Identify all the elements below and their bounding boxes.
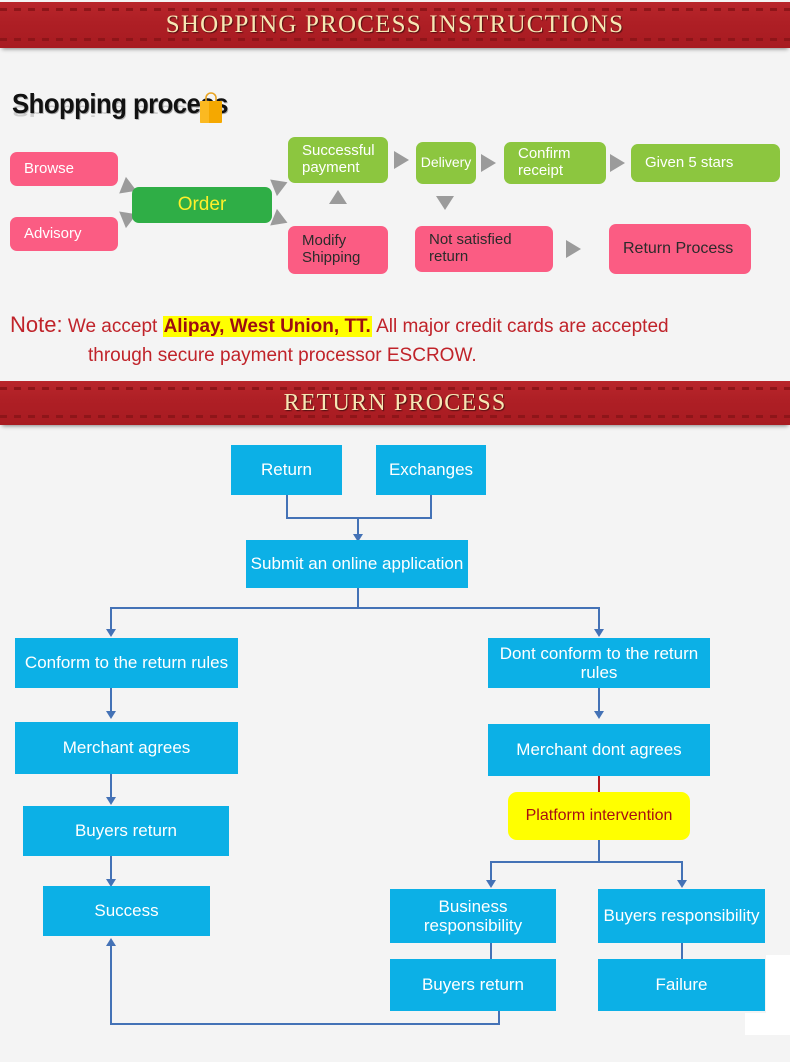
arrowhead-to-dont-conform xyxy=(594,629,604,637)
conn-feedback-vertical-right xyxy=(498,1010,500,1024)
return-node-exchanges[interactable]: Exchanges xyxy=(376,445,486,495)
conn-platform-down xyxy=(598,840,600,862)
conn-platform-split xyxy=(490,861,682,863)
conn-merge-horizontal xyxy=(286,517,432,519)
return-node-platform-intervention[interactable]: Platform intervention xyxy=(508,792,690,840)
conn-branch-split xyxy=(110,607,600,609)
conn-exchanges-down xyxy=(430,495,432,517)
return-node-failure[interactable]: Failure xyxy=(598,959,765,1011)
arrowhead-to-conform xyxy=(106,629,116,637)
return-node-buyers-return-left[interactable]: Buyers return xyxy=(23,806,229,856)
arrowhead-merchant-dont-agrees xyxy=(594,711,604,719)
return-node-merchant-agrees[interactable]: Merchant agrees xyxy=(15,722,238,774)
conn-submit-down xyxy=(357,588,359,608)
arrowhead-business-responsibility xyxy=(486,880,496,888)
arrowhead-buyers-return-left xyxy=(106,797,116,805)
page-root: SHOPPING PROCESS INSTRUCTIONS Shopping p… xyxy=(0,0,790,1062)
white-notch-top xyxy=(766,955,790,1013)
conn-return-down xyxy=(286,495,288,517)
return-node-dont-conform-return-rules[interactable]: Dont conform to the return rules xyxy=(488,638,710,688)
return-node-buyers-return-right[interactable]: Buyers return xyxy=(390,959,556,1011)
return-process-flowchart: Return Exchanges Submit an online applic… xyxy=(0,0,790,1062)
arrowhead-buyers-responsibility xyxy=(677,880,687,888)
white-notch-bottom xyxy=(745,1013,790,1035)
return-node-submit-online-application[interactable]: Submit an online application xyxy=(246,540,468,588)
conn-feedback-vertical-left xyxy=(110,944,112,1024)
conn-feedback-horizontal xyxy=(110,1023,500,1025)
return-node-success[interactable]: Success xyxy=(43,886,210,936)
arrowhead-merchant-agrees xyxy=(106,711,116,719)
return-node-return[interactable]: Return xyxy=(231,445,342,495)
return-node-merchant-dont-agrees[interactable]: Merchant dont agrees xyxy=(488,724,710,776)
return-node-business-responsibility[interactable]: Business responsibility xyxy=(390,889,556,943)
return-node-buyers-responsibility[interactable]: Buyers responsibility xyxy=(598,889,765,943)
arrowhead-feedback-into-success xyxy=(106,938,116,946)
return-node-conform-return-rules[interactable]: Conform to the return rules xyxy=(15,638,238,688)
